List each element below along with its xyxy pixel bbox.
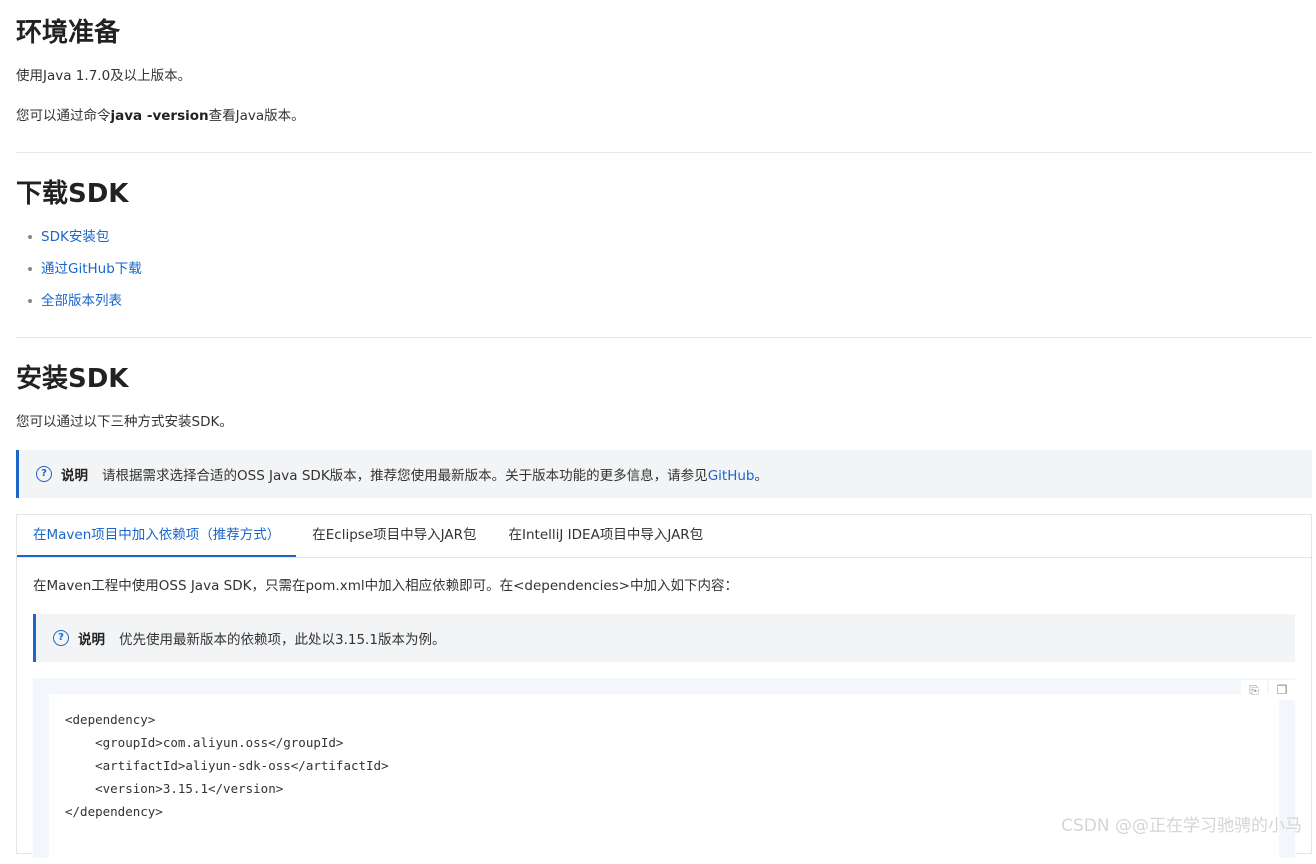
divider — [16, 152, 1312, 153]
note-text: 请根据需求选择合适的OSS Java SDK版本，推荐您使用最新版本。关于版本功… — [102, 464, 768, 484]
tab-eclipse[interactable]: 在Eclipse项目中导入JAR包 — [296, 515, 492, 557]
note-text-end: 。 — [754, 468, 768, 484]
code-area: <dependency> <groupId>com.aliyun.oss</gr… — [49, 694, 1279, 864]
env-line2-pre: 您可以通过命令 — [16, 108, 111, 124]
download-links-list: SDK安装包 通过GitHub下载 全部版本列表 — [16, 226, 142, 322]
env-command: java -version — [110, 108, 209, 124]
watermark: CSDN @@正在学习驰骋的小马 — [1061, 816, 1302, 836]
question-circle-icon: ? — [53, 630, 69, 646]
tab-bar: 在Maven项目中加入依赖项（推荐方式） 在Eclipse项目中导入JAR包 在… — [17, 515, 1311, 558]
section-title-env: 环境准备 — [16, 18, 121, 48]
install-tabs-panel: 在Maven项目中加入依赖项（推荐方式） 在Eclipse项目中导入JAR包 在… — [16, 514, 1312, 864]
code-text[interactable]: <dependency> <groupId>com.aliyun.oss</gr… — [65, 708, 389, 823]
divider — [16, 337, 1312, 338]
link-sdk-package[interactable]: SDK安装包 — [41, 229, 109, 245]
inner-note-box: ? 说明 优先使用最新版本的依赖项，此处以3.15.1版本为例。 — [33, 614, 1295, 662]
list-item: 全部版本列表 — [16, 290, 142, 322]
note-box: ? 说明 请根据需求选择合适的OSS Java SDK版本，推荐您使用最新版本。… — [16, 450, 1312, 498]
note-github-link[interactable]: GitHub — [708, 468, 755, 484]
env-line2-post: 查看Java版本。 — [208, 108, 305, 124]
copy-file-icon[interactable]: ⎘ — [1241, 680, 1267, 700]
note-text-body: 请根据需求选择合适的OSS Java SDK版本，推荐您使用最新版本。关于版本功… — [102, 468, 708, 484]
section-title-install: 安装SDK — [16, 364, 129, 394]
tab-intellij[interactable]: 在IntelliJ IDEA项目中导入JAR包 — [493, 515, 720, 557]
link-all-versions[interactable]: 全部版本列表 — [41, 293, 122, 309]
note-label: 说明 — [61, 468, 88, 484]
install-intro-text: 您可以通过以下三种方式安装SDK。 — [16, 414, 233, 430]
link-github-download[interactable]: 通过GitHub下载 — [41, 261, 142, 277]
env-java-version-text: 使用Java 1.7.0及以上版本。 — [16, 68, 192, 84]
section-title-download: 下载SDK — [16, 179, 129, 209]
inner-note-label: 说明 — [78, 632, 105, 648]
list-item: 通过GitHub下载 — [16, 258, 142, 290]
question-circle-icon: ? — [36, 466, 52, 482]
env-check-command-text: 您可以通过命令java -version查看Java版本。 — [16, 106, 305, 126]
tab-maven[interactable]: 在Maven项目中加入依赖项（推荐方式） — [17, 515, 297, 557]
maven-instruction-text: 在Maven工程中使用OSS Java SDK，只需在pom.xml中加入相应依… — [33, 578, 738, 594]
inner-note-text: 优先使用最新版本的依赖项，此处以3.15.1版本为例。 — [119, 632, 446, 648]
copy-icon[interactable]: ❐ — [1269, 680, 1295, 700]
list-item: SDK安装包 — [16, 226, 142, 258]
